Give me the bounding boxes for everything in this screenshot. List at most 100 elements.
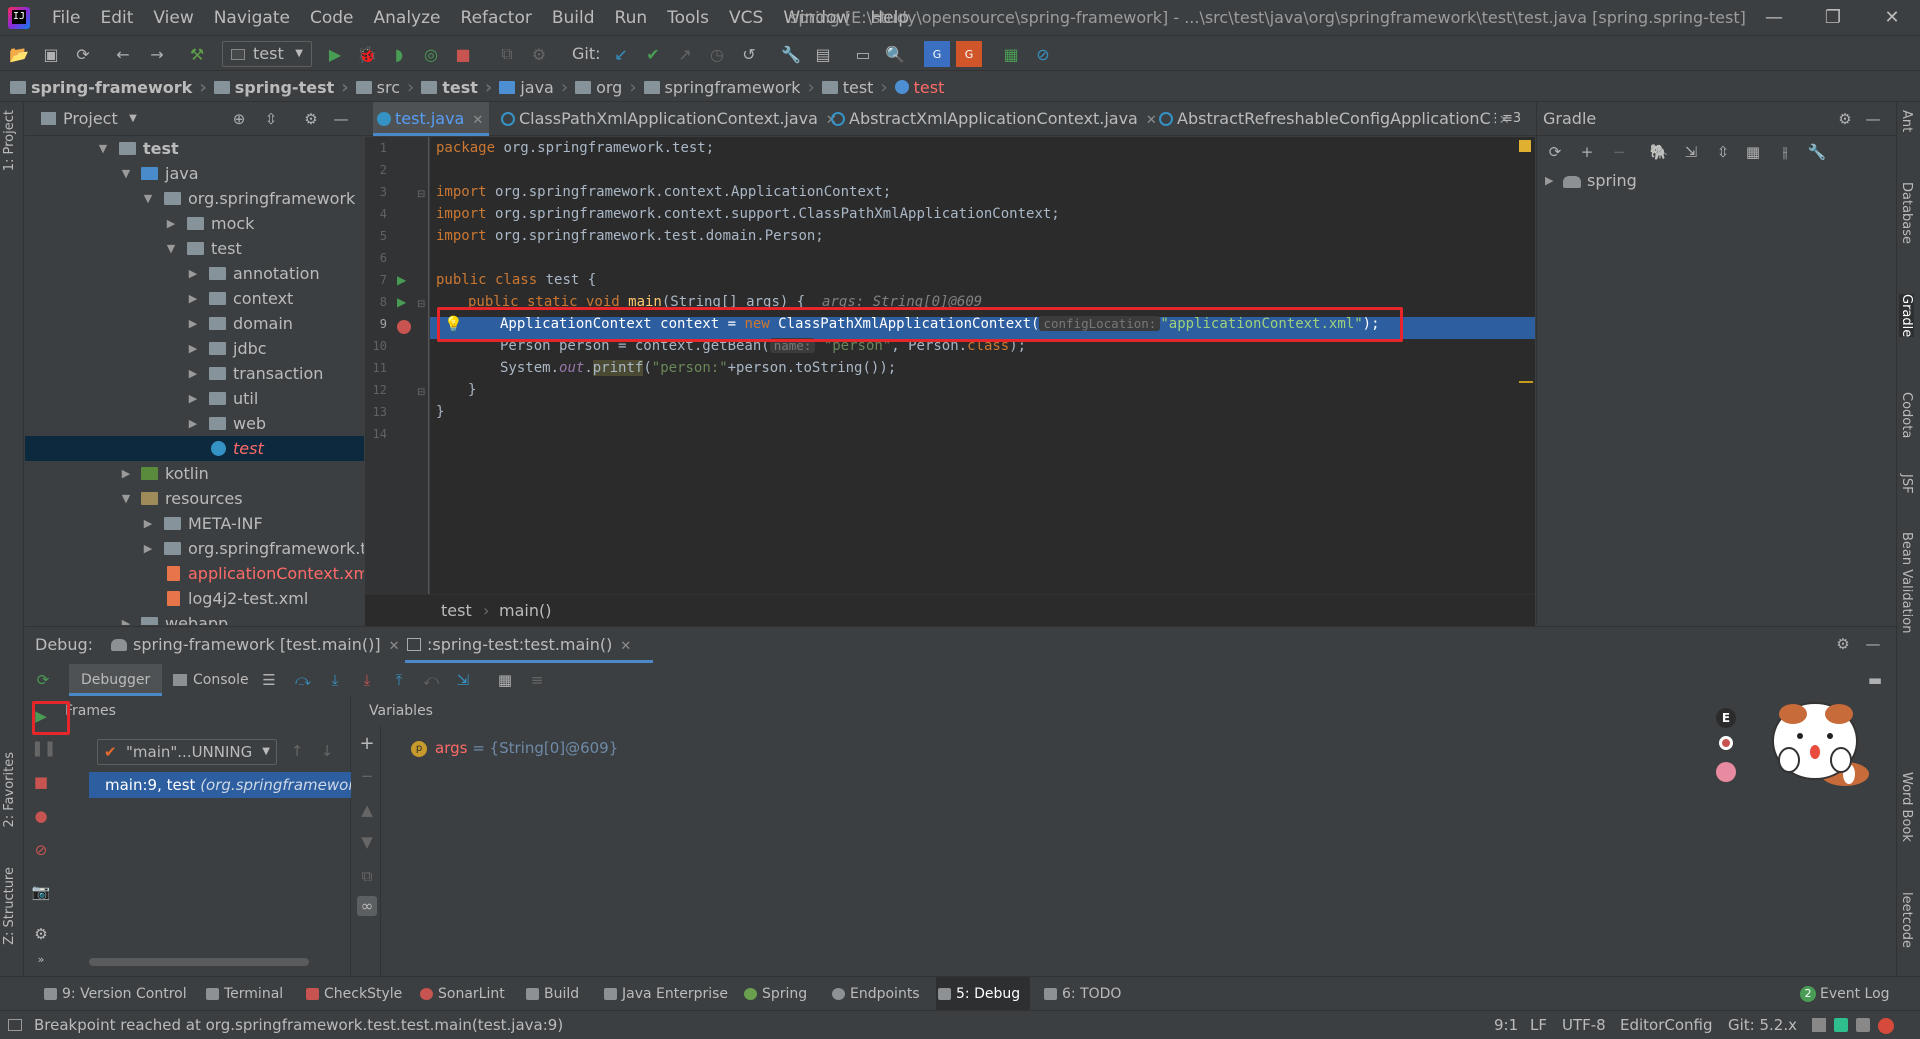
editor-crumb-class[interactable]: test bbox=[441, 595, 472, 627]
tab-endpoints[interactable]: Endpoints bbox=[830, 977, 920, 1011]
disable-icon[interactable]: ⊘ bbox=[1030, 41, 1056, 67]
debug-session-tab[interactable]: spring-framework [test.main()] ✕ bbox=[111, 627, 400, 663]
menu-analyze[interactable]: Analyze bbox=[364, 0, 451, 36]
build-hammer-icon[interactable]: ⚒ bbox=[184, 41, 210, 67]
tree-node[interactable]: ▼ test bbox=[25, 236, 364, 261]
inspector-icon[interactable] bbox=[1856, 1018, 1870, 1032]
remove-icon[interactable]: − bbox=[1609, 142, 1629, 162]
tab-checkstyle[interactable]: CheckStyle bbox=[304, 977, 402, 1011]
tree-node[interactable]: ▶ transaction bbox=[25, 361, 364, 386]
crumb-test[interactable]: test › bbox=[421, 77, 499, 98]
remove-watch-icon[interactable]: − bbox=[357, 766, 377, 786]
run-config-select[interactable]: test ▼ bbox=[222, 41, 312, 67]
fold-icon[interactable]: ⊟ bbox=[417, 299, 425, 310]
collapse-all-icon[interactable]: ⇳ bbox=[1713, 142, 1733, 162]
favorites-tool-tab[interactable]: 2: Favorites bbox=[2, 752, 17, 828]
tab-java-enterprise[interactable]: Java Enterprise bbox=[602, 977, 728, 1011]
tree-node[interactable]: ▶ domain bbox=[25, 311, 364, 336]
translate-icon[interactable]: G bbox=[924, 41, 950, 67]
crumb-test-class[interactable]: test bbox=[894, 78, 944, 97]
tree-node[interactable]: ▶ mock bbox=[25, 211, 364, 236]
gear-icon[interactable]: ⚙ bbox=[31, 924, 51, 944]
hide-icon[interactable]: — bbox=[1863, 109, 1883, 129]
git-branch[interactable]: Git: 5.2.x bbox=[1728, 1011, 1797, 1039]
codota-tool-tab[interactable]: Codota bbox=[1899, 392, 1914, 438]
tree-node[interactable]: ▶ org.springframework.te bbox=[25, 536, 364, 561]
tab-version-control[interactable]: 9: Version Control bbox=[42, 977, 187, 1011]
project-structure-icon[interactable]: ▤ bbox=[810, 41, 836, 67]
debug-session-tab-active[interactable]: :spring-test:test.main() ✕ bbox=[405, 627, 653, 663]
tree-node[interactable]: ▼ java bbox=[25, 161, 364, 186]
file-encoding[interactable]: UTF-8 bbox=[1562, 1011, 1606, 1039]
view-breakpoints-icon[interactable]: ● bbox=[31, 806, 51, 826]
force-step-into-icon[interactable]: ⤓ bbox=[357, 670, 377, 690]
hide-icon[interactable]: — bbox=[331, 109, 351, 129]
more-icon[interactable]: » bbox=[31, 950, 51, 970]
menu-view[interactable]: View bbox=[143, 0, 203, 36]
refresh-icon[interactable]: ⟳ bbox=[1545, 142, 1565, 162]
translate-alt-icon[interactable]: G bbox=[956, 41, 982, 67]
run-gutter-icon[interactable]: ▶ bbox=[397, 295, 406, 309]
tab-debug[interactable]: 5: Debug bbox=[936, 977, 1031, 1011]
tree-node[interactable]: ▶ kotlin bbox=[25, 461, 364, 486]
locate-icon[interactable]: ⊕ bbox=[229, 109, 249, 129]
word-book-tool-tab[interactable]: Word Book bbox=[1899, 772, 1914, 842]
tree-node[interactable]: ▶ jdbc bbox=[25, 336, 364, 361]
tab-debugger[interactable]: Debugger bbox=[69, 664, 163, 696]
chevron-down-icon[interactable]: ▼ bbox=[123, 109, 143, 129]
add-icon[interactable]: + bbox=[1577, 142, 1597, 162]
menu-navigate[interactable]: Navigate bbox=[204, 0, 300, 36]
tab-todo[interactable]: 6: TODO bbox=[1042, 977, 1121, 1011]
menu-vcs[interactable]: VCS bbox=[719, 0, 773, 36]
open-icon[interactable]: 📂 bbox=[6, 41, 32, 67]
menu-edit[interactable]: Edit bbox=[90, 0, 143, 36]
close-tab-icon[interactable]: ✕ bbox=[472, 113, 483, 128]
menu-build[interactable]: Build bbox=[542, 0, 605, 36]
line-separator[interactable]: LF bbox=[1530, 1011, 1547, 1039]
camera-icon[interactable]: 📷 bbox=[31, 882, 51, 902]
coverage-icon[interactable]: ◗ bbox=[386, 41, 412, 67]
frame-up-icon[interactable]: ↑ bbox=[287, 741, 307, 761]
bean-validation-tool-tab[interactable]: Bean Validation bbox=[1899, 532, 1914, 633]
tree-node[interactable]: ▶ context bbox=[25, 286, 364, 311]
gradle-elephant-icon[interactable]: 🐘 bbox=[1649, 142, 1669, 162]
event-log-button[interactable]: 2 Event Log bbox=[1798, 977, 1890, 1011]
tab-build[interactable]: Build bbox=[524, 977, 579, 1011]
wrench-icon[interactable]: 🔧 bbox=[1807, 142, 1827, 162]
threads-list-icon[interactable]: ☰ bbox=[259, 670, 279, 690]
tree-node[interactable]: ▼ resources bbox=[25, 486, 364, 511]
git-rollback-icon[interactable]: ↺ bbox=[736, 41, 762, 67]
toggle-offline-icon[interactable]: ⫲ bbox=[1775, 142, 1795, 162]
run-gutter-icon[interactable]: ▶ bbox=[397, 273, 406, 287]
google-icon[interactable] bbox=[1878, 1018, 1894, 1034]
monitor-icon[interactable]: ▦ bbox=[998, 41, 1024, 67]
tree-node-selected[interactable]: test bbox=[25, 436, 364, 461]
tab-test-java[interactable]: test.java ✕ bbox=[373, 102, 489, 136]
project-view-select[interactable]: Project bbox=[41, 102, 118, 136]
codota-status-icon[interactable] bbox=[1834, 1018, 1848, 1032]
close-icon[interactable]: ✕ bbox=[1864, 0, 1920, 36]
run-to-cursor-icon[interactable]: ⇲ bbox=[453, 670, 473, 690]
tree-node[interactable]: log4j2-test.xml bbox=[25, 586, 364, 611]
tree-node[interactable]: ▶ META-INF bbox=[25, 511, 364, 536]
crumb-org[interactable]: org › bbox=[575, 77, 643, 98]
tab-terminal[interactable]: Terminal bbox=[204, 977, 283, 1011]
step-over-icon[interactable]: ⤼ bbox=[293, 670, 313, 690]
drop-frame-icon[interactable]: ⤺ bbox=[421, 670, 441, 690]
minimize-icon[interactable]: — bbox=[1746, 0, 1802, 36]
code-editor[interactable]: package org.springframework.test; import… bbox=[430, 137, 1535, 594]
rerun-icon[interactable]: ⟳ bbox=[33, 670, 53, 690]
gradle-tool-tab[interactable]: Gradle bbox=[1899, 294, 1914, 338]
gear-icon[interactable]: ⚙ bbox=[1833, 634, 1853, 654]
structure-tool-tab[interactable]: Z: Structure bbox=[2, 867, 17, 945]
mascot-flower-icon[interactable] bbox=[1716, 762, 1736, 782]
move-down-icon[interactable]: ▼ bbox=[357, 832, 377, 852]
tree-node[interactable]: ▶ webapp bbox=[25, 611, 364, 625]
thread-select[interactable]: ✔ "main"...UNNING ▼ bbox=[97, 739, 277, 765]
git-update-icon[interactable]: ↙ bbox=[608, 41, 634, 67]
fold-icon[interactable]: ⊟ bbox=[417, 387, 425, 398]
caret-position[interactable]: 9:1 bbox=[1494, 1011, 1518, 1039]
tree-node[interactable]: ▶ util bbox=[25, 386, 364, 411]
tree-node[interactable]: ▼ org.springframework bbox=[25, 186, 364, 211]
show-watches-icon[interactable]: ∞ bbox=[357, 896, 377, 916]
